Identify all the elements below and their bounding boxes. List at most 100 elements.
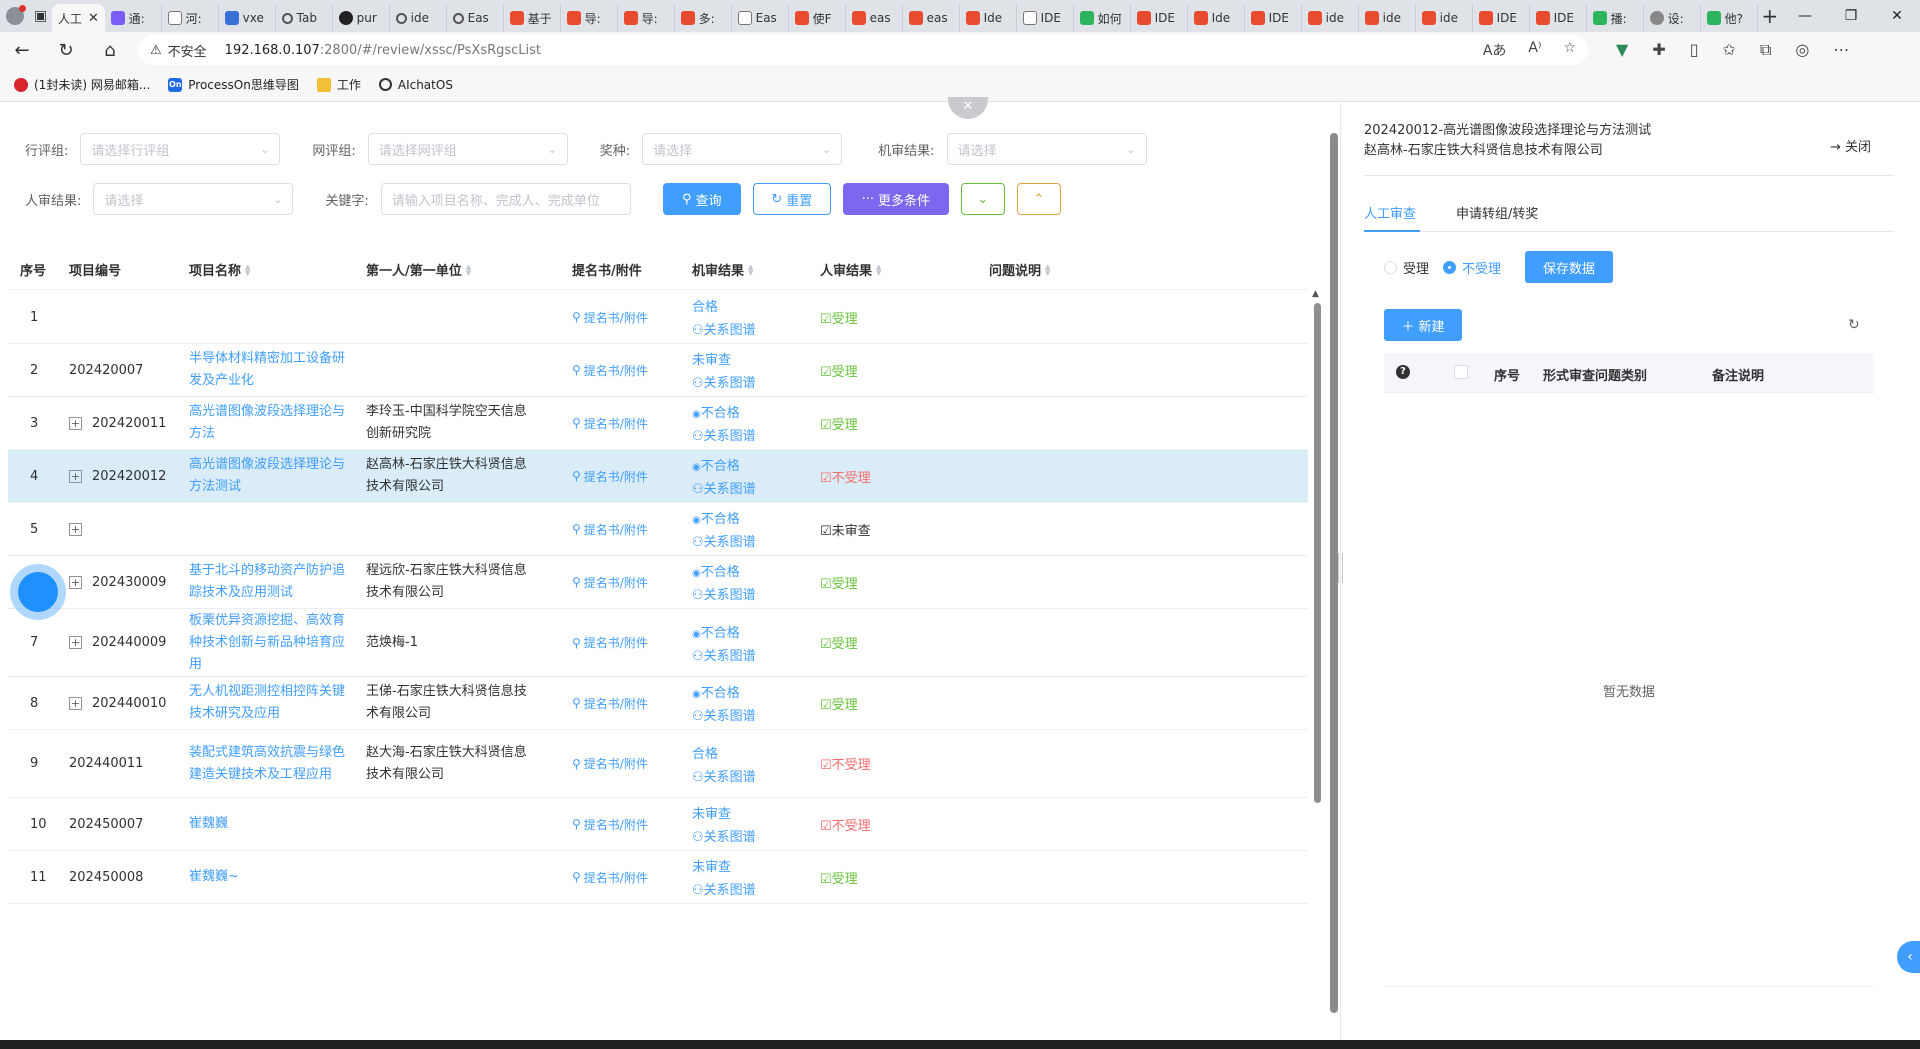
- cell-project-name[interactable]: 装配式建筑高效抗震与绿色建造关键技术及工程应用: [189, 730, 357, 797]
- browser-tab[interactable]: IDE: [1530, 4, 1587, 32]
- col-header-issue[interactable]: 问题说明 ▲ ▼: [989, 260, 1050, 279]
- attachment-link[interactable]: ⚲ 提名书/附件: [572, 468, 648, 485]
- side-expand-button[interactable]: ‹: [1897, 941, 1920, 973]
- copilot-icon[interactable]: ◎: [1795, 40, 1809, 60]
- attachment-link[interactable]: ⚲ 提名书/附件: [572, 362, 648, 379]
- collections-icon[interactable]: ⧉: [1760, 40, 1771, 60]
- jiangzhong-select[interactable]: 请选择 ⌄: [642, 133, 843, 165]
- tab-transfer[interactable]: 申请转组/转奖: [1456, 203, 1538, 222]
- relation-graph-link[interactable]: ⚇关系图谱: [692, 584, 756, 603]
- machine-result-link[interactable]: ◉不合格: [692, 455, 756, 474]
- bookmark-folder-work[interactable]: 工作: [316, 76, 361, 93]
- attachment-link[interactable]: ⚲ 提名书/附件: [572, 869, 648, 886]
- table-row[interactable]: 1 ⚲ 提名书/附件 合格 ⚇关系图谱 ☑受理: [8, 291, 1308, 344]
- table-row[interactable]: 5 + ⚲ 提名书/附件 ◉不合格 ⚇关系图谱 ☑未审查: [8, 503, 1308, 556]
- attachment-link[interactable]: ⚲ 提名书/附件: [572, 634, 648, 651]
- cell-project-name[interactable]: 高光谱图像波段选择理论与方法: [189, 397, 357, 449]
- project-name-link[interactable]: 半导体材料精密加工设备研发及产业化: [189, 348, 357, 392]
- radio-accept[interactable]: 受理: [1384, 258, 1429, 277]
- more-conditions-button[interactable]: ··· 更多条件: [842, 183, 949, 215]
- bookmark-aichatos[interactable]: AIchatOS: [378, 78, 453, 92]
- browser-tab[interactable]: 导:: [618, 4, 675, 32]
- expand-row-icon[interactable]: +: [69, 469, 82, 483]
- split-screen-icon[interactable]: ▯: [1690, 40, 1699, 60]
- browser-tab[interactable]: eas: [846, 4, 903, 32]
- project-name-link[interactable]: 崔魏巍~: [189, 866, 239, 888]
- attachment-link[interactable]: ⚲ 提名书/附件: [572, 695, 648, 712]
- expand-row-icon[interactable]: +: [69, 416, 82, 430]
- new-button[interactable]: ＋新建: [1384, 309, 1462, 341]
- relation-graph-link[interactable]: ⚇关系图谱: [692, 478, 756, 497]
- browser-tab[interactable]: Eas: [447, 4, 504, 32]
- table-row[interactable]: 4 +202420012 高光谱图像波段选择理论与方法测试 赵高林-石家庄铁大科贤信息…: [8, 450, 1308, 503]
- machine-result-link[interactable]: 合格: [692, 743, 756, 762]
- relation-graph-link[interactable]: ⚇关系图谱: [692, 372, 756, 391]
- machine-result-link[interactable]: ◉不合格: [692, 508, 756, 527]
- machine-result-link[interactable]: ◉不合格: [692, 682, 756, 701]
- project-name-link[interactable]: 高光谱图像波段选择理论与方法测试: [189, 454, 357, 498]
- browser-tab[interactable]: ide: [1302, 4, 1359, 32]
- browser-tab[interactable]: 基于: [504, 4, 561, 32]
- sort-icon[interactable]: ▲ ▼: [245, 263, 250, 276]
- collapse-filter-button[interactable]: ✕: [948, 97, 988, 119]
- browser-tab[interactable]: 河:: [162, 4, 219, 32]
- machine-result-link[interactable]: ◉不合格: [692, 402, 756, 421]
- restore-icon[interactable]: ❐: [1828, 8, 1874, 24]
- cell-project-name[interactable]: [189, 291, 357, 343]
- browser-tab[interactable]: 通:: [105, 4, 162, 32]
- browser-tab[interactable]: 使F: [789, 4, 846, 32]
- close-window-icon[interactable]: ✕: [1874, 8, 1920, 24]
- relation-graph-link[interactable]: ⚇关系图谱: [692, 425, 756, 444]
- expand-row-icon[interactable]: +: [69, 575, 82, 589]
- cell-project-name[interactable]: 板栗优异资源挖掘、高效育种技术创新与新品种培育应用: [189, 609, 357, 676]
- browser-tab[interactable]: ide: [1359, 4, 1416, 32]
- relation-graph-link[interactable]: ⚇关系图谱: [692, 826, 756, 845]
- workspaces-icon[interactable]: ▣: [29, 8, 52, 24]
- attachment-link[interactable]: ⚲ 提名书/附件: [572, 521, 648, 538]
- radio-reject[interactable]: 不受理: [1443, 258, 1501, 277]
- table-row[interactable]: 9 202440011 装配式建筑高效抗震与绿色建造关键技术及工程应用 赵大海-石家庄…: [8, 730, 1308, 798]
- hangpingzu-select[interactable]: 请选择行评组 ⌄: [80, 133, 281, 165]
- browser-tab[interactable]: 导:: [561, 4, 618, 32]
- attachment-link[interactable]: ⚲ 提名书/附件: [572, 309, 648, 326]
- keyword-input[interactable]: 请输入项目名称、完成人、完成单位: [380, 183, 631, 215]
- help-icon[interactable]: ?: [1396, 365, 1410, 379]
- attachment-link[interactable]: ⚲ 提名书/附件: [572, 415, 648, 432]
- machine-result-link[interactable]: 未审查: [692, 349, 756, 368]
- cell-project-name[interactable]: 无人机视距测控相控阵关键技术研究及应用: [189, 677, 357, 729]
- attachment-link[interactable]: ⚲ 提名书/附件: [572, 816, 648, 833]
- jishen-result-select[interactable]: 请选择 ⌄: [946, 133, 1147, 165]
- new-tab-button[interactable]: +: [1758, 4, 1782, 28]
- reset-button[interactable]: ↻ 重置: [752, 183, 831, 215]
- browser-tab[interactable]: 多:: [675, 4, 732, 32]
- relation-graph-link[interactable]: ⚇关系图谱: [692, 645, 756, 664]
- browser-tab[interactable]: IDE: [1017, 4, 1074, 32]
- browser-tab[interactable]: Ide: [1188, 4, 1245, 32]
- url-input[interactable]: ⚠ 不安全 192.168.0.107 :2800/#/review/xssc/…: [138, 35, 1588, 65]
- col-header-name[interactable]: 项目名称 ▲ ▼: [189, 260, 250, 279]
- cell-project-name[interactable]: 崔魏巍~: [189, 851, 357, 903]
- relation-graph-link[interactable]: ⚇关系图谱: [692, 879, 756, 898]
- bookmark-processon[interactable]: On ProcessOn思维导图: [168, 76, 299, 93]
- attachment-link[interactable]: ⚲ 提名书/附件: [572, 574, 648, 591]
- refresh-icon[interactable]: ↻: [1848, 317, 1860, 333]
- project-name-link[interactable]: 高光谱图像波段选择理论与方法: [189, 401, 357, 445]
- table-row[interactable]: 2 202420007 半导体材料精密加工设备研发及产业化 ⚲ 提名书/附件 未审查 ⚇关系…: [8, 344, 1308, 397]
- table-row[interactable]: 6 +202430009 基于北斗的移动资产防护追踪技术及应用测试 程远欣-石家庄铁大…: [8, 556, 1308, 609]
- machine-result-link[interactable]: 未审查: [692, 803, 756, 822]
- collapse-up-button[interactable]: ⌃: [1016, 183, 1061, 215]
- project-name-link[interactable]: 板栗优异资源挖掘、高效育种技术创新与新品种培育应用: [189, 610, 357, 676]
- scroll-up-icon[interactable]: ▲: [1312, 289, 1319, 299]
- table-row[interactable]: 3 +202420011 高光谱图像波段选择理论与方法 李玲玉-中国科学院空天信息创新…: [8, 397, 1308, 450]
- bookmark-mail[interactable]: (1封未读) 网易邮箱...: [14, 76, 150, 93]
- project-name-link[interactable]: 装配式建筑高效抗震与绿色建造关键技术及工程应用: [189, 742, 357, 786]
- sort-icon[interactable]: ▲ ▼: [876, 263, 881, 276]
- extensions-icon[interactable]: ✚: [1652, 40, 1665, 60]
- browser-tab[interactable]: ide: [390, 4, 447, 32]
- browser-tab[interactable]: 播:: [1587, 4, 1644, 32]
- renshen-result-select[interactable]: 请选择 ⌄: [93, 183, 294, 215]
- machine-result-link[interactable]: ◉不合格: [692, 561, 756, 580]
- minimize-icon[interactable]: —: [1782, 8, 1828, 24]
- relation-graph-link[interactable]: ⚇关系图谱: [692, 531, 756, 550]
- browser-tab[interactable]: 他?: [1701, 4, 1758, 32]
